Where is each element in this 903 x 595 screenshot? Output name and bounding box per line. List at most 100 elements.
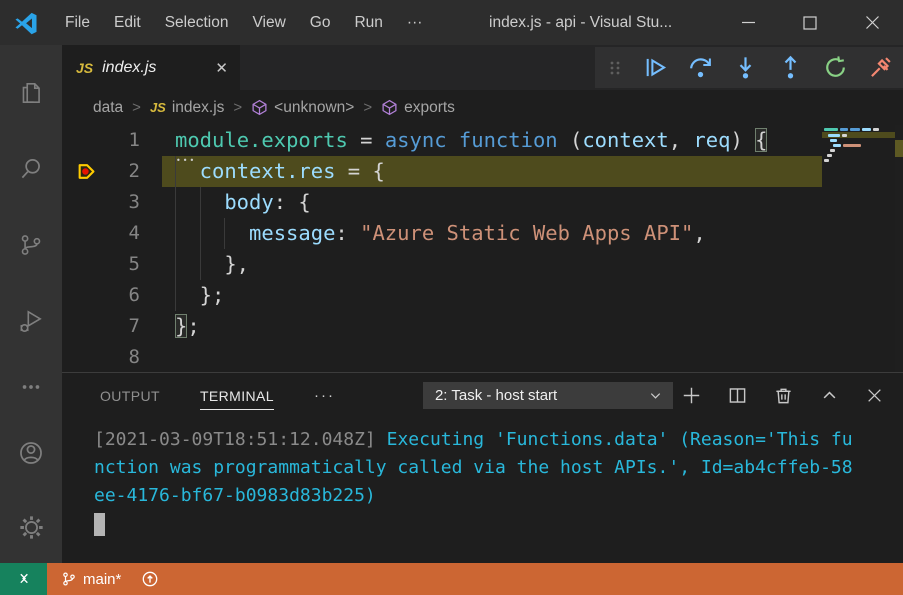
menu-run[interactable]: Run [342, 0, 394, 45]
menu-file[interactable]: File [53, 0, 102, 45]
code-line-content [162, 342, 822, 372]
cloud-upload-icon [141, 570, 159, 588]
run-and-debug-icon[interactable] [0, 283, 62, 359]
tab-bar: JS index.js ✕ [62, 45, 903, 90]
code-token: ) [730, 128, 755, 152]
gutter-line-5[interactable]: 5 [62, 249, 162, 280]
menu-bar: FileEditSelectionViewGoRun··· [53, 0, 434, 45]
tab-close-icon[interactable]: ✕ [215, 59, 228, 77]
indent-guide [175, 280, 200, 311]
publish-changes-button[interactable] [135, 563, 165, 595]
line-number: 6 [129, 284, 140, 306]
minimap[interactable] [822, 125, 895, 372]
activity-bar [0, 45, 62, 563]
breadcrumb-item-unknown[interactable]: <unknown> [251, 99, 354, 117]
symbol-namespace-icon [381, 99, 398, 116]
gutter-line-8[interactable]: 8 [62, 342, 162, 372]
code-token: "Azure Static Web Apps API" [360, 221, 693, 245]
debug-disconnect-icon[interactable] [868, 55, 893, 80]
settings-gear-icon[interactable] [0, 491, 62, 563]
menu-view[interactable]: View [240, 0, 297, 45]
menu-selection[interactable]: Selection [153, 0, 241, 45]
indent-guide [175, 187, 200, 218]
tab-terminal[interactable]: TERMINAL [200, 382, 274, 410]
status-bar: main* [0, 563, 903, 595]
kill-terminal-trash-icon[interactable] [774, 386, 793, 405]
breadcrumb: data > JS index.js > <unknown> > [62, 90, 903, 125]
debug-toolbar [595, 47, 903, 88]
gutter-line-3[interactable]: 3 [62, 187, 162, 218]
gutter-line-2[interactable]: 2 [62, 156, 162, 187]
window-controls [717, 0, 903, 45]
terminal-selector-dropdown[interactable]: 2: Task - host start [423, 382, 673, 409]
gutter-line-7[interactable]: 7 [62, 311, 162, 342]
code-token: }, [224, 252, 249, 276]
code-editor[interactable]: 1module.exports = async function (contex… [62, 125, 903, 372]
vscode-logo-icon [13, 10, 39, 36]
terminal-text-segment: Executing 'Functions.data' (Reason='This… [387, 429, 853, 450]
new-terminal-icon[interactable] [682, 386, 701, 405]
code-token: { [755, 128, 767, 152]
menu-more[interactable]: ··· [395, 0, 435, 45]
minimize-button[interactable] [717, 0, 779, 45]
code-line-content: context.res = { [162, 156, 822, 187]
tab-label: index.js [102, 59, 156, 77]
line-number: 5 [129, 253, 140, 275]
breadcrumb-item-indexjs[interactable]: JS index.js [150, 99, 224, 117]
remote-indicator[interactable] [0, 563, 47, 595]
debug-continue-icon[interactable] [643, 55, 668, 80]
chevron-down-icon [648, 388, 663, 403]
debug-step-over-icon[interactable] [688, 55, 713, 80]
debug-restart-icon[interactable] [823, 55, 848, 80]
account-icon[interactable] [0, 415, 62, 491]
gutter-line-6[interactable]: 6 [62, 280, 162, 311]
terminal-text-segment: nction was programmatically called via t… [94, 457, 853, 478]
code-token: ; [187, 314, 199, 338]
line-number: 8 [129, 346, 140, 368]
gutter-line-4[interactable]: 4 [62, 218, 162, 249]
indent-guide [175, 249, 200, 280]
debug-step-out-icon[interactable] [778, 55, 803, 80]
code-token: }; [200, 283, 225, 307]
code-token: module.exports [175, 128, 348, 152]
gutter-line-1[interactable]: 1 [62, 125, 162, 156]
code-token: message [249, 221, 335, 245]
code-token: = { [335, 159, 384, 183]
line-number: 2 [129, 160, 140, 182]
breakpoint-current-line-icon[interactable] [76, 160, 99, 183]
maximize-panel-chevron-icon[interactable] [820, 386, 839, 405]
code-token: async [385, 128, 447, 152]
overview-ruler [895, 125, 903, 372]
close-panel-icon[interactable] [866, 387, 883, 404]
more-views-icon[interactable] [0, 359, 62, 415]
title-bar: FileEditSelectionViewGoRun··· index.js -… [0, 0, 903, 45]
breadcrumb-separator: > [363, 99, 372, 116]
code-line-3: 3body: { [62, 187, 822, 218]
menu-edit[interactable]: Edit [102, 0, 153, 45]
split-terminal-icon[interactable] [728, 386, 747, 405]
indent-guide [200, 218, 225, 249]
vscode-window: FileEditSelectionViewGoRun··· index.js -… [0, 0, 903, 595]
indent-guide [200, 187, 225, 218]
code-line-content: }, [162, 249, 822, 280]
search-icon[interactable] [0, 131, 62, 207]
terminal-line: ee-4176-bf67-b0983d83b225) [94, 482, 903, 510]
tab-index-js[interactable]: JS index.js ✕ [62, 45, 240, 90]
menu-go[interactable]: Go [298, 0, 343, 45]
panel-more-actions[interactable]: ··· [314, 387, 335, 404]
code-line-7: 7}; [62, 311, 822, 342]
code-token: : [335, 221, 360, 245]
explorer-icon[interactable] [0, 55, 62, 131]
line-number: 4 [129, 222, 140, 244]
git-branch-status[interactable]: main* [55, 563, 127, 595]
close-window-button[interactable] [841, 0, 903, 45]
tab-output[interactable]: OUTPUT [100, 382, 160, 409]
breadcrumb-item-data[interactable]: data [93, 99, 123, 117]
source-control-icon[interactable] [0, 207, 62, 283]
toolbar-grip-icon[interactable] [607, 59, 623, 77]
code-token: context.res [200, 159, 336, 183]
breadcrumb-item-exports[interactable]: exports [381, 99, 455, 117]
maximize-button[interactable] [779, 0, 841, 45]
debug-step-into-icon[interactable] [733, 55, 758, 80]
terminal-output[interactable]: [2021-03-09T18:51:12.048Z] Executing 'Fu… [62, 418, 903, 563]
